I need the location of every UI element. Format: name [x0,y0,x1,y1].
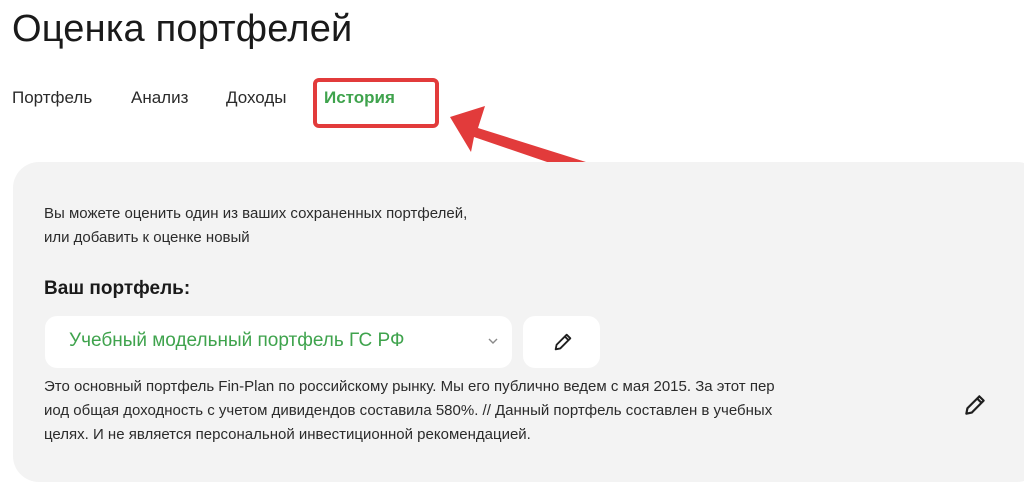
description-line: целях. И не является персональной инвест… [44,426,531,443]
intro-text: Вы можете оценить один из ваших сохранен… [44,202,467,250]
pencil-icon [965,395,985,415]
chevron-down-icon [488,338,498,344]
description-line: Это основный портфель Fin-Plan по россий… [44,378,775,395]
tab-portfolio[interactable]: Портфель [12,88,92,108]
edit-portfolio-button[interactable] [523,316,600,368]
pencil-icon [554,333,572,351]
portfolio-select[interactable]: Учебный модельный портфель ГС РФ [45,316,512,368]
tab-analysis[interactable]: Анализ [131,88,188,108]
page-title: Оценка портфелей [12,8,353,50]
intro-line: или добавить к оценке новый [44,229,250,246]
intro-line: Вы можете оценить один из ваших сохранен… [44,205,468,222]
edit-description-button[interactable] [962,392,990,420]
portfolio-label: Ваш портфель: [44,278,191,299]
portfolio-description: Это основный портфель Fin-Plan по россий… [44,375,924,447]
tab-income[interactable]: Доходы [226,88,287,108]
description-line: иод общая доходность с учетом дивидендов… [44,402,773,419]
annotation-highlight-box [313,78,439,128]
portfolio-select-value: Учебный модельный портфель ГС РФ [69,330,405,351]
